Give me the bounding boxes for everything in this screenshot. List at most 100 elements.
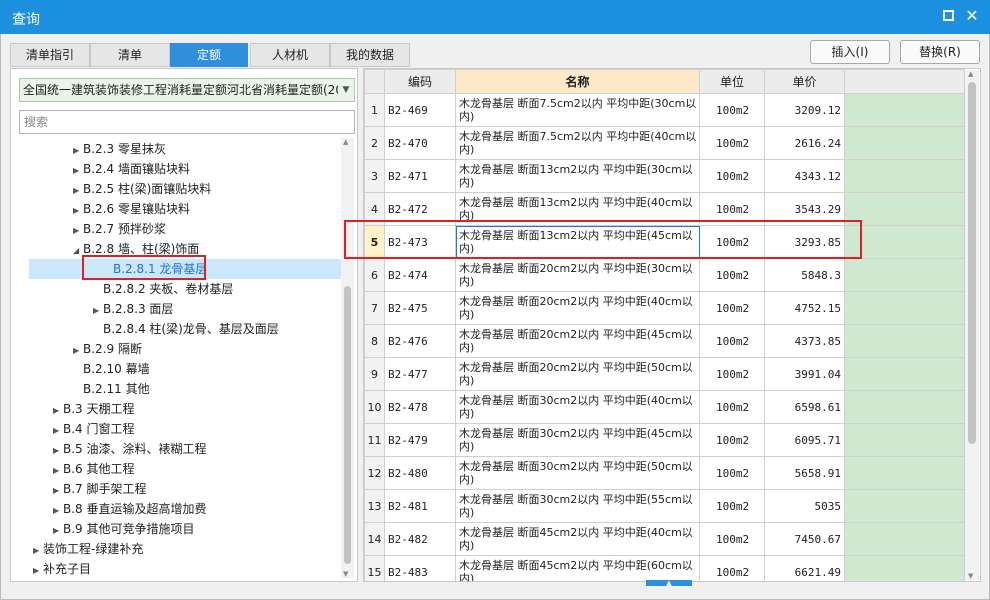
expand-arrow-icon[interactable]: ▶	[53, 461, 63, 481]
cell-code[interactable]: B2-469	[384, 93, 456, 127]
table-row[interactable]: 13 B2-481 木龙骨基层 断面30cm2以内 平均中距(55cm以内) 100m…	[364, 489, 965, 523]
tree-item[interactable]: ▶ B.2.8.3 面层	[93, 299, 173, 319]
table-row[interactable]: 3 B2-471 木龙骨基层 断面13cm2以内 平均中距(30cm以内) 100m2…	[364, 159, 965, 193]
cell-code[interactable]: B2-480	[384, 456, 456, 490]
expand-arrow-icon[interactable]: ▶	[73, 221, 83, 241]
cell-unit[interactable]: 100m2	[699, 258, 765, 292]
expand-arrow-icon[interactable]: ▶	[73, 161, 83, 181]
cell-price[interactable]: 4752.15	[764, 291, 845, 325]
cell-price[interactable]: 4343.12	[764, 159, 845, 193]
cell-unit[interactable]: 100m2	[699, 93, 765, 127]
cell-code[interactable]: B2-477	[384, 357, 456, 391]
cell-unit[interactable]: 100m2	[699, 423, 765, 457]
expand-arrow-icon[interactable]: ▶	[93, 301, 103, 321]
tree-item[interactable]: ▶ B.5 油漆、涂料、裱糊工程	[53, 439, 207, 459]
expand-arrow-icon[interactable]: ▶	[53, 421, 63, 441]
tree-item[interactable]: ▶ 补充子目	[33, 559, 91, 579]
cell-unit[interactable]: 100m2	[699, 291, 765, 325]
expand-arrow-icon[interactable]: ▶	[73, 181, 83, 201]
cell-unit[interactable]: 100m2	[699, 555, 765, 581]
cell-code[interactable]: B2-472	[384, 192, 456, 226]
scrollbar-thumb[interactable]	[968, 82, 976, 444]
tree-item[interactable]: ▶ B.3 天棚工程	[53, 399, 135, 419]
grid-scrollbar[interactable]: ▲ ▼	[965, 70, 979, 580]
cell-code[interactable]: B2-481	[384, 489, 456, 523]
cell-price[interactable]: 5658.91	[764, 456, 845, 490]
tree-item[interactable]: B.2.10 幕墙	[83, 359, 150, 379]
scroll-up-icon[interactable]: ▲	[343, 138, 348, 146]
tree-item[interactable]: ▶ 装饰工程-绿建补充	[33, 539, 143, 559]
tree-item[interactable]: B.2.8.4 柱(梁)龙骨、基层及面层	[103, 319, 279, 339]
tree-item[interactable]: ▶ B.2.3 零星抹灰	[73, 139, 166, 159]
scroll-down-icon[interactable]: ▼	[343, 570, 348, 578]
cell-unit[interactable]: 100m2	[699, 225, 765, 259]
table-row[interactable]: 1 B2-469 木龙骨基层 断面7.5cm2以内 平均中距(30cm以内) 100m…	[364, 93, 965, 127]
cell-price[interactable]: 5035	[764, 489, 845, 523]
tree-item[interactable]: ▶ B.4 门窗工程	[53, 419, 135, 439]
tree-item[interactable]: ▶ B.2.4 墙面镶贴块料	[73, 159, 190, 179]
table-row[interactable]: 4 B2-472 木龙骨基层 断面13cm2以内 平均中距(40cm以内) 100m2…	[364, 192, 965, 226]
replace-button[interactable]: 替换(R)	[900, 40, 980, 64]
cell-name[interactable]: 木龙骨基层 断面13cm2以内 平均中距(30cm以内)	[455, 159, 700, 193]
chevron-down-icon[interactable]: ▼	[338, 79, 354, 101]
table-row[interactable]: 15 B2-483 木龙骨基层 断面45cm2以内 平均中距(60cm以内) 100m…	[364, 555, 965, 581]
cell-unit[interactable]: 100m2	[699, 456, 765, 490]
cell-code[interactable]: B2-470	[384, 126, 456, 160]
cell-code[interactable]: B2-473	[384, 225, 456, 259]
expand-panel-handle[interactable]: ▲	[646, 580, 692, 587]
table-row[interactable]: 8 B2-476 木龙骨基层 断面20cm2以内 平均中距(45cm以内) 100m2…	[364, 324, 965, 358]
tree-item[interactable]: ▶ B.9 其他可竞争措施项目	[53, 519, 195, 539]
header-price[interactable]: 单价	[764, 69, 845, 94]
table-row[interactable]: 6 B2-474 木龙骨基层 断面20cm2以内 平均中距(30cm以内) 100m2…	[364, 258, 965, 292]
expand-arrow-icon[interactable]: ▶	[73, 141, 83, 161]
expand-arrow-icon[interactable]: ▶	[53, 481, 63, 501]
cell-unit[interactable]: 100m2	[699, 522, 765, 556]
cell-name[interactable]: 木龙骨基层 断面7.5cm2以内 平均中距(30cm以内)	[455, 93, 700, 127]
tree-item[interactable]: ▶ B.2.6 零星镶贴块料	[73, 199, 190, 219]
scroll-up-icon[interactable]: ▲	[968, 70, 973, 78]
cell-name[interactable]: 木龙骨基层 断面30cm2以内 平均中距(50cm以内)	[455, 456, 700, 490]
table-row[interactable]: 11 B2-479 木龙骨基层 断面30cm2以内 平均中距(45cm以内) 100m…	[364, 423, 965, 457]
cell-name[interactable]: 木龙骨基层 断面13cm2以内 平均中距(40cm以内)	[455, 192, 700, 226]
cell-name[interactable]: 木龙骨基层 断面20cm2以内 平均中距(45cm以内)	[455, 324, 700, 358]
scroll-down-icon[interactable]: ▼	[968, 572, 973, 580]
tree-item[interactable]: B.2.11 其他	[83, 379, 150, 399]
expand-arrow-icon[interactable]: ▶	[33, 561, 43, 579]
cell-code[interactable]: B2-479	[384, 423, 456, 457]
table-row[interactable]: 10 B2-478 木龙骨基层 断面30cm2以内 平均中距(40cm以内) 100m…	[364, 390, 965, 424]
expand-arrow-icon[interactable]: ▶	[73, 341, 83, 361]
close-icon[interactable]: ✕	[965, 8, 979, 24]
search-box[interactable]	[19, 110, 355, 134]
table-row[interactable]: 2 B2-470 木龙骨基层 断面7.5cm2以内 平均中距(40cm以内) 100m…	[364, 126, 965, 160]
tab-quota[interactable]: 定额	[170, 43, 248, 67]
cell-code[interactable]: B2-482	[384, 522, 456, 556]
cell-price[interactable]: 6095.71	[764, 423, 845, 457]
insert-button[interactable]: 插入(I)	[810, 40, 890, 64]
header-code[interactable]: 编码	[384, 69, 456, 94]
cell-unit[interactable]: 100m2	[699, 390, 765, 424]
tab-bill-guide[interactable]: 清单指引	[10, 43, 90, 67]
tree-item[interactable]: B.2.8.2 夹板、卷材基层	[103, 279, 233, 299]
table-row-selected[interactable]: 5 B2-473 木龙骨基层 断面13cm2以内 平均中距(45cm以内) 100m2…	[364, 225, 965, 259]
cell-price[interactable]: 4373.85	[764, 324, 845, 358]
scrollbar-thumb[interactable]	[344, 286, 351, 564]
cell-name[interactable]: 木龙骨基层 断面20cm2以内 平均中距(30cm以内)	[455, 258, 700, 292]
table-row[interactable]: 7 B2-475 木龙骨基层 断面20cm2以内 平均中距(40cm以内) 100m2…	[364, 291, 965, 325]
cell-name[interactable]: 木龙骨基层 断面45cm2以内 平均中距(40cm以内)	[455, 522, 700, 556]
expand-arrow-icon[interactable]: ▶	[53, 501, 63, 521]
cell-name[interactable]: 木龙骨基层 断面30cm2以内 平均中距(40cm以内)	[455, 390, 700, 424]
header-unit[interactable]: 单位	[699, 69, 765, 94]
tab-labor-material[interactable]: 人材机	[250, 43, 330, 67]
cell-code[interactable]: B2-475	[384, 291, 456, 325]
cell-price[interactable]: 3991.04	[764, 357, 845, 391]
search-input[interactable]	[20, 111, 354, 133]
table-row[interactable]: 14 B2-482 木龙骨基层 断面45cm2以内 平均中距(40cm以内) 100m…	[364, 522, 965, 556]
header-name[interactable]: 名称	[455, 69, 700, 94]
cell-name[interactable]: 木龙骨基层 断面13cm2以内 平均中距(45cm以内)	[455, 225, 700, 259]
cell-price[interactable]: 3293.85	[764, 225, 845, 259]
cell-unit[interactable]: 100m2	[699, 126, 765, 160]
cell-unit[interactable]: 100m2	[699, 324, 765, 358]
tree-item[interactable]: ▶ B.2.7 预拌砂浆	[73, 219, 166, 239]
cell-price[interactable]: 7450.67	[764, 522, 845, 556]
table-row[interactable]: 12 B2-480 木龙骨基层 断面30cm2以内 平均中距(50cm以内) 100m…	[364, 456, 965, 490]
